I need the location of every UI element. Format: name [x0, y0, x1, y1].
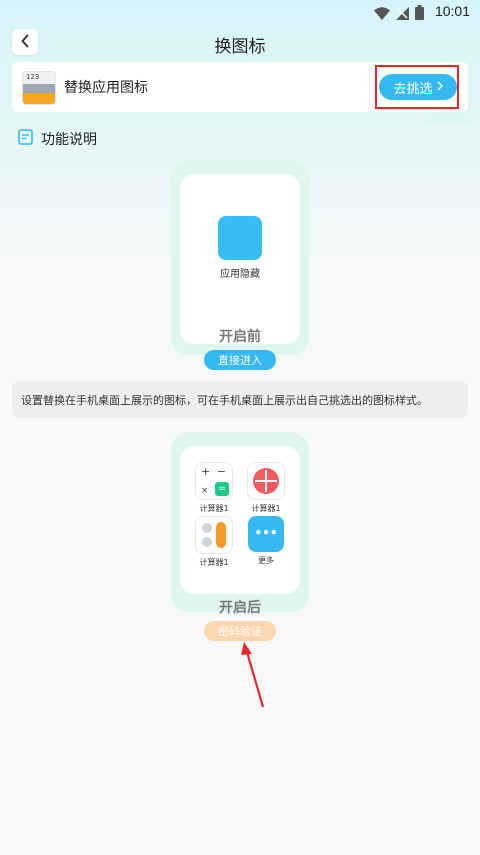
app-label: 计算器1: [199, 504, 229, 513]
app-hide-label: 应用隐藏: [220, 269, 260, 280]
calculator-icon-digits: 123: [26, 73, 40, 81]
calculator-app-icon: 123: [22, 71, 56, 105]
feature-description: 设置替换在手机桌面上展示的图标，可在手机桌面上展示出自己挑选出的图标样式。: [12, 381, 468, 418]
app-label: 计算器1: [199, 558, 229, 567]
before-state-label: 开启前: [219, 329, 261, 345]
app-hide-tile: [218, 216, 262, 260]
app-icon-calculator-c: 计算器1: [184, 516, 244, 568]
status-bar: 10:01: [0, 0, 480, 24]
battery-icon: [415, 5, 424, 24]
app-label: 更多: [258, 556, 274, 565]
wifi-icon: [374, 5, 390, 24]
page-title: 换图标: [214, 37, 266, 57]
app-icon-more: ••• 更多: [236, 516, 296, 566]
app-icon-calculator-b: 计算器1: [236, 462, 296, 514]
after-state-label: 开启后: [219, 600, 261, 616]
app-label: 计算器1: [251, 504, 281, 513]
signal-icon: [396, 5, 409, 24]
section-title: 功能说明: [41, 132, 97, 148]
arrow-annotation: [238, 640, 268, 714]
app-icon-calculator-a: + − × = 计算器1: [184, 462, 244, 514]
page-header: 换图标: [0, 24, 480, 60]
section-header: 功能说明: [18, 129, 97, 149]
document-icon: [18, 129, 33, 149]
status-time: 10:01: [434, 3, 470, 19]
annotation-highlight-box: [375, 65, 459, 109]
replace-icon-label: 替换应用图标: [64, 80, 148, 96]
password-verify-pill: 密码验证: [204, 621, 276, 641]
direct-enter-pill: 直接进入: [204, 350, 276, 370]
